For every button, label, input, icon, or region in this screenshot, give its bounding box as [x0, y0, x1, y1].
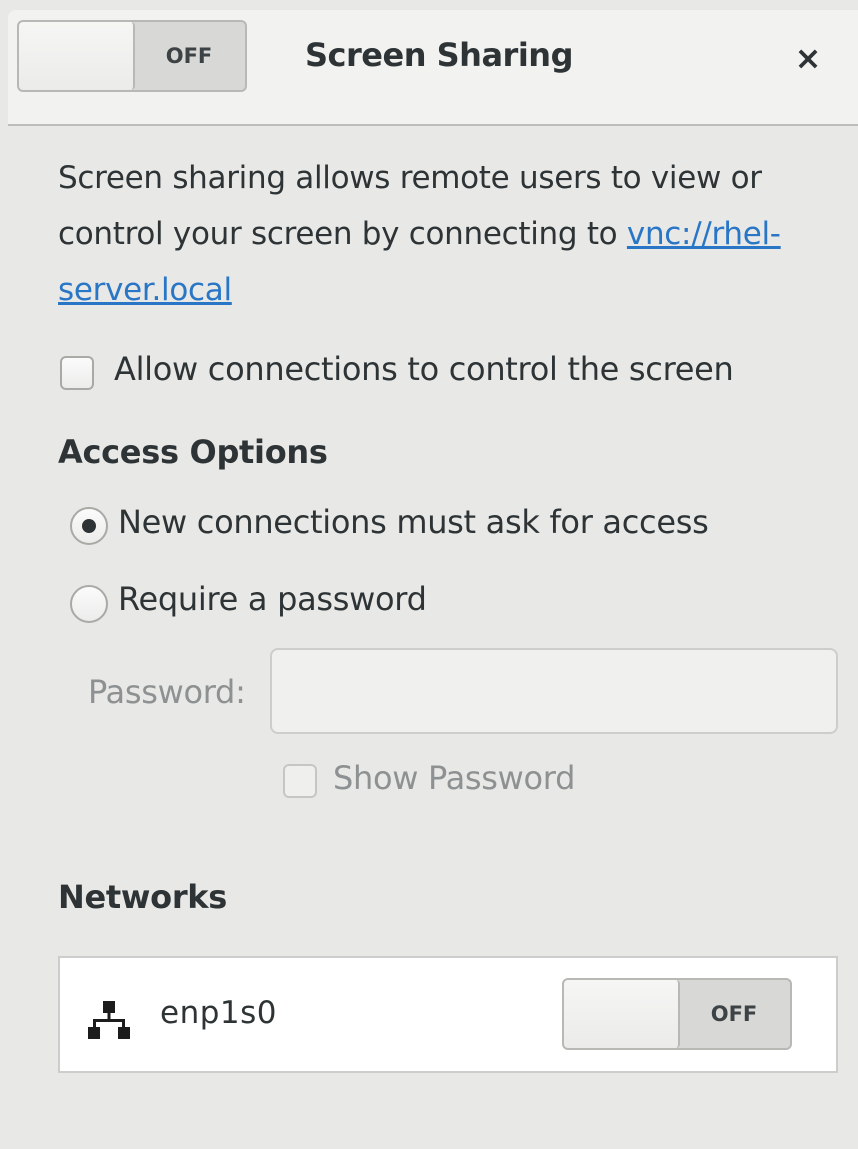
show-password-checkbox[interactable]	[283, 764, 317, 798]
require-password-label[interactable]: Require a password	[118, 580, 427, 618]
radio-selected-dot	[82, 519, 96, 533]
allow-control-checkbox[interactable]	[60, 356, 94, 390]
ask-access-label[interactable]: New connections must ask for access	[118, 503, 709, 541]
access-options-heading: Access Options	[58, 433, 328, 471]
wired-network-icon	[88, 1001, 130, 1039]
close-button[interactable]: ×	[788, 38, 828, 78]
close-icon: ×	[794, 39, 822, 77]
screen-sharing-switch[interactable]: OFF	[17, 20, 247, 92]
switch-state-label: OFF	[165, 44, 213, 68]
networks-heading: Networks	[58, 878, 228, 916]
require-password-radio[interactable]	[70, 585, 108, 623]
description: Screen sharing allows remote users to vi…	[58, 150, 848, 318]
switch-state-label: OFF	[710, 1002, 758, 1026]
network-name: enp1s0	[160, 995, 277, 1031]
ask-access-radio[interactable]	[70, 507, 108, 545]
password-label: Password:	[88, 673, 246, 711]
network-switch[interactable]: OFF	[562, 978, 792, 1050]
dialog-title: Screen Sharing	[305, 36, 573, 74]
switch-knob[interactable]	[19, 22, 135, 90]
allow-control-label[interactable]: Allow connections to control the screen	[114, 350, 734, 388]
switch-knob[interactable]	[564, 980, 680, 1048]
show-password-label[interactable]: Show Password	[333, 759, 575, 797]
password-field[interactable]	[270, 648, 838, 734]
